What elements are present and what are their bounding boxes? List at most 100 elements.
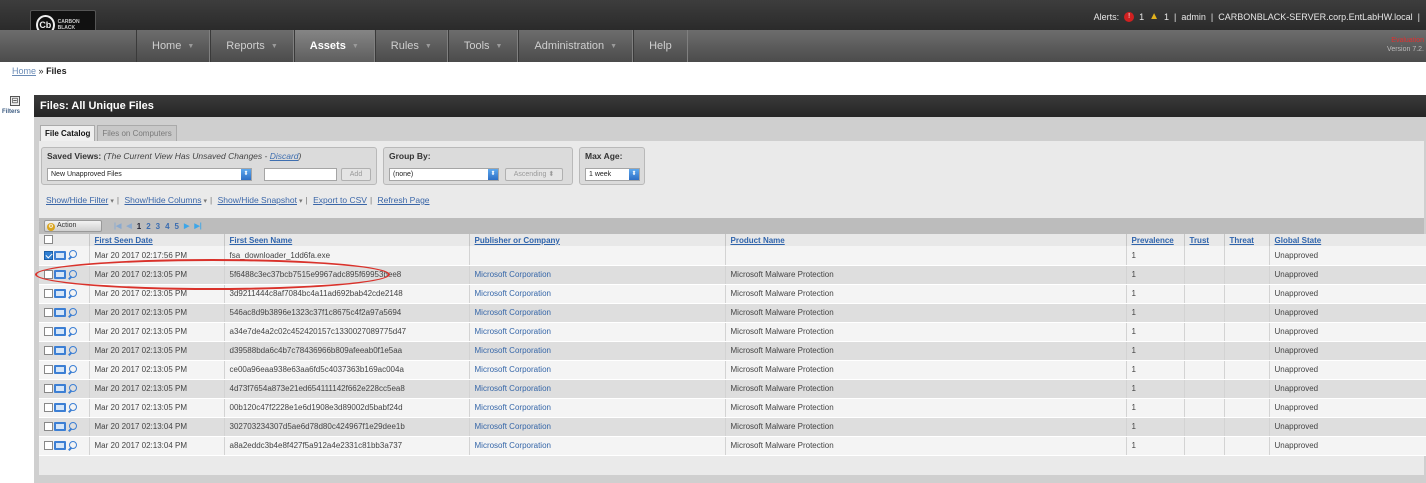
tab-reports[interactable]: Reports ▼: [210, 30, 294, 62]
action-button[interactable]: ⚙ Action: [44, 220, 102, 232]
tab-rules[interactable]: Rules ▼: [374, 30, 448, 62]
select-all-checkbox[interactable]: [44, 234, 53, 244]
column-header-first-seen-name[interactable]: First Seen Name: [224, 234, 470, 246]
saved-view-select[interactable]: New Unapproved Files ⬍: [47, 168, 252, 181]
table-row[interactable]: Mar 20 2017 02:13:05 PM d39588bda6c4b7c78…: [39, 341, 1426, 361]
page-link-5[interactable]: 5: [175, 222, 179, 231]
alert-red-icon[interactable]: !: [1124, 11, 1135, 22]
search-icon[interactable]: [67, 383, 77, 394]
cell-publisher[interactable]: Microsoft Corporation: [469, 379, 726, 399]
alert-yellow-count[interactable]: 1: [1164, 12, 1169, 22]
max-age-select[interactable]: 1 week ⬍: [585, 168, 640, 181]
show-hide-filter-link[interactable]: Show/Hide Filter: [46, 195, 108, 205]
search-icon[interactable]: [67, 402, 77, 413]
computer-icon[interactable]: [54, 250, 66, 260]
cell-publisher[interactable]: [469, 246, 726, 266]
row-checkbox[interactable]: [44, 441, 53, 450]
cell-publisher[interactable]: Microsoft Corporation: [469, 303, 726, 323]
row-checkbox[interactable]: [44, 422, 53, 431]
cell-publisher[interactable]: Microsoft Corporation: [469, 341, 726, 361]
row-checkbox[interactable]: [44, 308, 53, 317]
computer-icon[interactable]: [54, 308, 66, 317]
discard-link[interactable]: Discard: [270, 151, 299, 161]
column-header-threat[interactable]: Threat: [1224, 234, 1270, 246]
chevron-down-icon[interactable]: ▾: [299, 198, 303, 205]
cell-publisher[interactable]: Microsoft Corporation: [469, 265, 726, 285]
table-row[interactable]: Mar 20 2017 02:13:05 PM 00b120c47f2228e1e…: [39, 398, 1426, 418]
column-header-publisher-or-company[interactable]: Publisher or Company: [469, 234, 726, 246]
search-icon[interactable]: [67, 307, 77, 318]
breadcrumb-home-link[interactable]: Home: [12, 66, 36, 76]
prev-page-icon[interactable]: ◀: [126, 222, 131, 230]
page-link-2[interactable]: 2: [146, 222, 150, 231]
table-row[interactable]: Mar 20 2017 02:13:05 PM 5f6488c3ec37bcb75…: [39, 265, 1426, 285]
computer-icon[interactable]: [54, 384, 66, 393]
tab-home[interactable]: Home ▼: [136, 30, 211, 62]
group-by-select[interactable]: (none) ⬍: [389, 168, 499, 181]
filters-label[interactable]: Filters: [2, 109, 20, 115]
computer-icon[interactable]: [54, 441, 66, 450]
column-header-first-seen-date[interactable]: First Seen Date: [89, 234, 225, 246]
sort-order-select[interactable]: Ascending ⬍: [505, 168, 563, 181]
refresh-page-link[interactable]: Refresh Page: [378, 195, 430, 205]
tab-tools[interactable]: Tools ▼: [447, 30, 519, 62]
computer-icon[interactable]: [54, 327, 66, 336]
cell-publisher[interactable]: Microsoft Corporation: [469, 360, 726, 380]
cell-publisher[interactable]: Microsoft Corporation: [469, 284, 726, 304]
table-row[interactable]: Mar 20 2017 02:17:56 PM fsa_downloader_1d…: [39, 246, 1426, 266]
search-icon[interactable]: [67, 345, 77, 356]
table-row[interactable]: Mar 20 2017 02:13:04 PM 302703234307d5ae6…: [39, 417, 1426, 437]
row-checkbox[interactable]: [44, 327, 53, 336]
computer-icon[interactable]: [54, 289, 66, 298]
table-row[interactable]: Mar 20 2017 02:13:05 PM 3d9211444c8af7084…: [39, 284, 1426, 304]
search-icon[interactable]: [67, 440, 77, 451]
page-link-1[interactable]: 1: [137, 222, 141, 231]
row-checkbox[interactable]: [44, 250, 53, 260]
row-checkbox[interactable]: [44, 403, 53, 412]
column-header-trust[interactable]: Trust: [1184, 234, 1225, 246]
row-checkbox[interactable]: [44, 384, 53, 393]
page-link-3[interactable]: 3: [156, 222, 160, 231]
chevron-down-icon[interactable]: ▾: [110, 198, 114, 205]
search-icon[interactable]: [67, 421, 77, 432]
search-icon[interactable]: [67, 364, 77, 375]
tab-administration[interactable]: Administration ▼: [518, 30, 634, 62]
cell-publisher[interactable]: Microsoft Corporation: [469, 417, 726, 437]
computer-icon[interactable]: [54, 365, 66, 374]
next-page-icon[interactable]: ▶: [184, 222, 189, 230]
tab-assets[interactable]: Assets ▼: [293, 30, 375, 62]
add-view-button[interactable]: Add: [341, 168, 371, 181]
row-checkbox[interactable]: [44, 346, 53, 355]
search-icon[interactable]: [67, 288, 77, 299]
table-row[interactable]: Mar 20 2017 02:13:05 PM 4d73f7654a873e21e…: [39, 379, 1426, 399]
search-icon[interactable]: [67, 269, 77, 280]
computer-icon[interactable]: [54, 346, 66, 355]
show-hide-columns-link[interactable]: Show/Hide Columns: [124, 195, 201, 205]
alert-red-count[interactable]: 1: [1139, 12, 1144, 22]
tab-help[interactable]: Help: [633, 30, 688, 62]
table-row[interactable]: Mar 20 2017 02:13:05 PM 546ac8d9b3896e132…: [39, 303, 1426, 323]
search-icon[interactable]: [67, 250, 77, 260]
computer-icon[interactable]: [54, 270, 66, 279]
cell-publisher[interactable]: Microsoft Corporation: [469, 436, 726, 456]
show-hide-snapshot-link[interactable]: Show/Hide Snapshot: [218, 195, 297, 205]
tab-files-on-computers[interactable]: Files on Computers: [97, 125, 177, 141]
search-icon[interactable]: [67, 326, 77, 337]
user-menu[interactable]: admin: [1181, 12, 1206, 22]
column-header-product-name[interactable]: Product Name: [725, 234, 1127, 246]
chevron-down-icon[interactable]: ▾: [203, 198, 207, 205]
table-row[interactable]: Mar 20 2017 02:13:05 PM a34e7de4a2c02c452…: [39, 322, 1426, 342]
row-checkbox[interactable]: [44, 270, 53, 279]
alerts-label[interactable]: Alerts:: [1094, 12, 1120, 22]
column-header-prevalence[interactable]: Prevalence: [1126, 234, 1185, 246]
cell-publisher[interactable]: Microsoft Corporation: [469, 322, 726, 342]
row-checkbox[interactable]: [44, 289, 53, 298]
alert-warning-icon[interactable]: ▲: [1149, 11, 1159, 22]
table-row[interactable]: Mar 20 2017 02:13:05 PM ce00a96eaa938e63a…: [39, 360, 1426, 380]
table-row[interactable]: Mar 20 2017 02:13:04 PM a8a2eddc3b4e8f427…: [39, 436, 1426, 456]
filter-panel-toggle-icon[interactable]: ⊟: [10, 96, 20, 106]
export-csv-link[interactable]: Export to CSV: [313, 195, 367, 205]
column-header-global-state[interactable]: Global State: [1269, 234, 1426, 246]
cell-publisher[interactable]: Microsoft Corporation: [469, 398, 726, 418]
computer-icon[interactable]: [54, 403, 66, 412]
